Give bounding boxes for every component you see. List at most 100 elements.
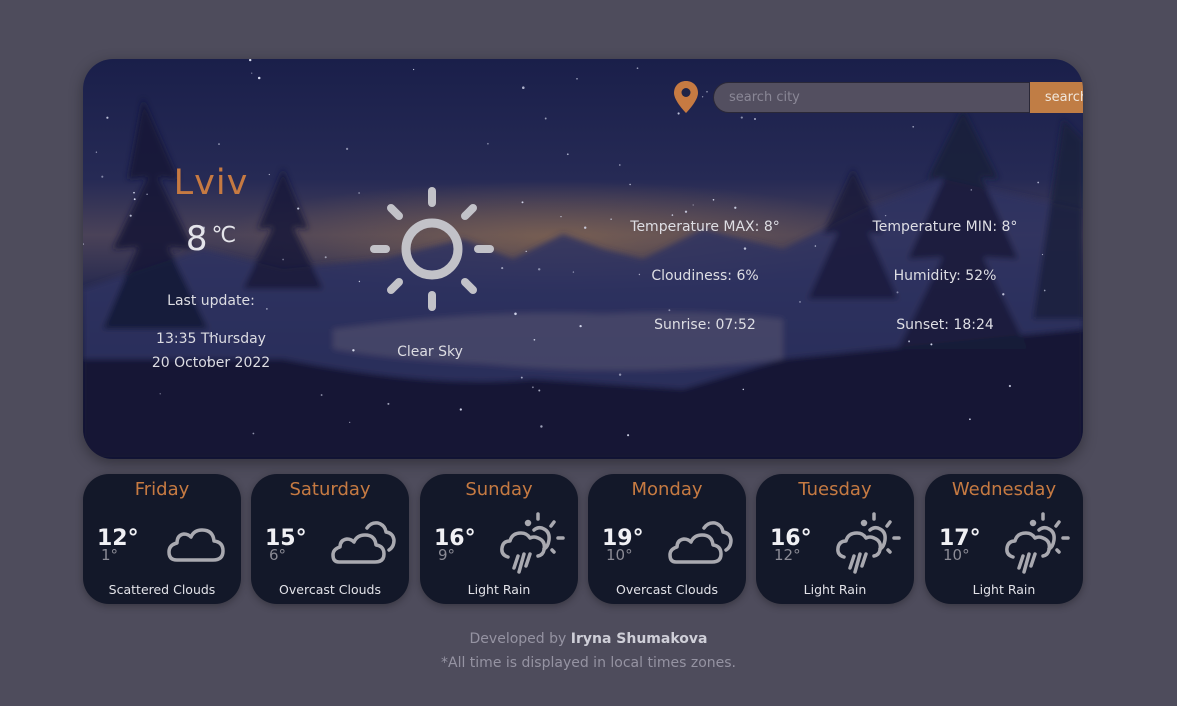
star (544, 117, 547, 120)
forecast-description: Overcast Clouds (279, 582, 381, 597)
sun-icon (370, 187, 494, 311)
star (352, 349, 355, 352)
star (106, 116, 109, 119)
rain-sun-icon (1005, 512, 1070, 574)
star (576, 78, 578, 80)
forecast-card: Sunday 16° 9° Light Rain (420, 474, 578, 604)
forecast-card: Friday 12° 1° Scattered Clouds (83, 474, 241, 604)
star (525, 250, 527, 253)
forecast-card: Monday 19° 10° Overcast Clouds (588, 474, 746, 604)
sunrise-stat: Sunrise: 07:52 (654, 317, 756, 333)
star (629, 183, 631, 186)
star (618, 373, 622, 376)
star (908, 340, 911, 343)
forecast-description: Overcast Clouds (616, 582, 718, 597)
clouds-icon (668, 521, 733, 564)
star (540, 425, 543, 428)
rain-sun-icon (500, 512, 565, 574)
star (501, 267, 504, 270)
star (487, 142, 489, 145)
footer-credit: Developed by Iryna Shumakova (0, 631, 1177, 647)
cloud-icon (167, 528, 225, 562)
star (533, 338, 536, 341)
star (522, 86, 525, 89)
last-update-label: Last update: (167, 293, 255, 309)
star (579, 324, 582, 328)
forecast-min-temp: 1° (101, 546, 119, 564)
star (520, 376, 523, 379)
developed-by-label: Developed by (469, 631, 571, 647)
search-bar: search (673, 80, 1083, 114)
star (734, 206, 737, 209)
star (884, 214, 887, 217)
star (896, 291, 899, 294)
star (668, 309, 671, 312)
map-pin-icon[interactable] (673, 80, 699, 114)
clouds-icon (331, 521, 396, 564)
timezone-note: *All time is displayed in local times zo… (441, 655, 736, 671)
forecast-card: Tuesday 16° 12° Light Rain (756, 474, 914, 604)
star (671, 214, 674, 216)
rain-sun-icon (836, 512, 901, 574)
star (251, 72, 253, 74)
sunset-stat: Sunset: 18:24 (896, 317, 994, 333)
star (349, 421, 351, 423)
forecast-description: Scattered Clouds (108, 582, 216, 597)
star (129, 214, 132, 217)
star (636, 67, 639, 70)
star (297, 207, 300, 210)
forecast-day: Saturday (289, 479, 371, 500)
star (1002, 293, 1005, 296)
forecast-min-temp: 10° (943, 546, 970, 564)
star (712, 198, 715, 201)
star (1037, 181, 1040, 184)
forecast-list: Friday 12° 1° Scattered Clouds Saturday … (83, 474, 1083, 604)
star (684, 210, 688, 213)
temp-max-stat: Temperature MAX: 8° (630, 219, 780, 235)
search-button[interactable]: search (1029, 81, 1083, 113)
star (742, 388, 745, 391)
star (514, 312, 517, 316)
star (95, 151, 98, 153)
star (970, 189, 973, 191)
star (912, 125, 915, 128)
forecast-day: Sunday (465, 479, 533, 500)
forecast-card: Saturday 15° 6° Overcast Clouds (251, 474, 409, 604)
current-temperature: 8 ℃ (83, 219, 339, 259)
forecast-day: Friday (134, 479, 190, 500)
star (560, 215, 562, 218)
forecast-description: Light Rain (803, 582, 867, 597)
star (358, 192, 360, 194)
weather-description: Clear Sky (397, 344, 463, 360)
star (1008, 384, 1012, 388)
last-update-date: 20 October 2022 (151, 355, 271, 371)
star (252, 432, 255, 435)
star (249, 59, 252, 62)
forecast-min-temp: 6° (269, 546, 287, 564)
forecast-card: Wednesday 17° 10° Light Rain (925, 474, 1083, 604)
star (572, 271, 575, 273)
humidity-stat: Humidity: 52% (893, 268, 997, 284)
star (1043, 289, 1046, 292)
cloudiness-stat: Cloudiness: 6% (651, 268, 759, 284)
current-weather-card: search Lviv 8℃ Last update: 13:35 Thursd… (83, 59, 1083, 459)
last-update-time-day: 13:35 Thursday (156, 331, 266, 347)
star (345, 147, 349, 151)
search-city-input[interactable] (713, 81, 1029, 113)
star (618, 164, 621, 166)
night-landscape-background (83, 59, 1083, 459)
city-name: Lviv (173, 163, 249, 203)
forecast-min-temp: 12° (774, 546, 801, 564)
star (521, 201, 524, 204)
star (740, 116, 743, 119)
star (320, 394, 323, 396)
star (692, 204, 694, 206)
star (387, 402, 390, 405)
star (459, 408, 462, 411)
star (159, 393, 161, 395)
forecast-day: Wednesday (951, 479, 1057, 500)
star (743, 247, 747, 250)
temperature-unit: ℃ (211, 223, 237, 248)
star (566, 153, 569, 156)
star (412, 68, 415, 71)
